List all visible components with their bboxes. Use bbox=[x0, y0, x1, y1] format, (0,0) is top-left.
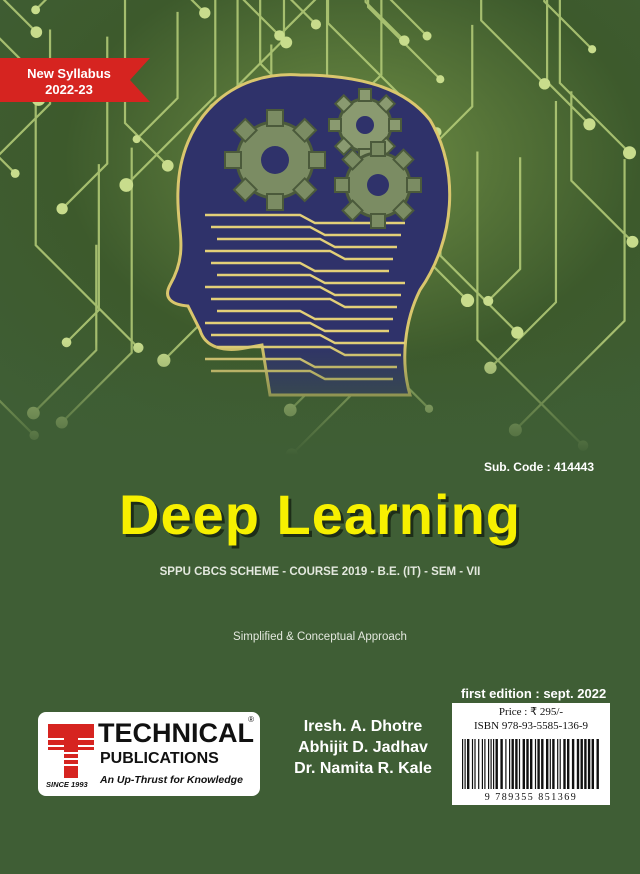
registered-mark: ® bbox=[248, 715, 254, 724]
edition-label: first edition : sept. 2022 bbox=[461, 686, 607, 701]
approach-tagline: Simplified & Conceptual Approach bbox=[233, 631, 407, 643]
barcode-digits: 9 789355 851369 bbox=[484, 792, 578, 803]
book-title: Deep Learning bbox=[119, 483, 521, 546]
author-name: Abhijit D. Jadhav bbox=[298, 739, 428, 756]
price-label: Price : ₹ 295/- bbox=[498, 706, 564, 718]
book-cover: New Syllabus 2022-23 Sub. Code : 414443 … bbox=[0, 0, 640, 874]
price-box: Price : ₹ 295/- ISBN 978-93-5585-136-9 bbox=[452, 703, 610, 735]
publisher-tagline: An Up-Thrust for Knowledge bbox=[100, 774, 243, 786]
publisher-name-line1: TECHNICAL bbox=[98, 718, 254, 748]
publisher-name-line2: PUBLICATIONS bbox=[100, 750, 219, 767]
isbn-label: ISBN 978-93-5585-136-9 bbox=[474, 720, 588, 732]
author-list: Iresh. A. Dhotre Abhijit D. Jadhav Dr. N… bbox=[268, 716, 458, 779]
publisher-t-icon bbox=[48, 724, 94, 778]
ribbon-line2: 2022-23 bbox=[45, 82, 93, 97]
course-scheme: SPPU CBCS SCHEME - COURSE 2019 - B.E. (I… bbox=[159, 566, 481, 578]
technical-publications-logo: TECHNICAL PUBLICATIONS An Up-Thrust for … bbox=[38, 712, 260, 796]
subject-code: Sub. Code : 414443 bbox=[483, 460, 594, 474]
ribbon-line1: New Syllabus bbox=[27, 66, 111, 81]
new-syllabus-badge: New Syllabus 2022-23 bbox=[14, 66, 124, 98]
author-name: Iresh. A. Dhotre bbox=[303, 718, 423, 735]
publisher-since: SINCE 1993 bbox=[46, 780, 88, 789]
author-name: Dr. Namita R. Kale bbox=[294, 760, 432, 777]
